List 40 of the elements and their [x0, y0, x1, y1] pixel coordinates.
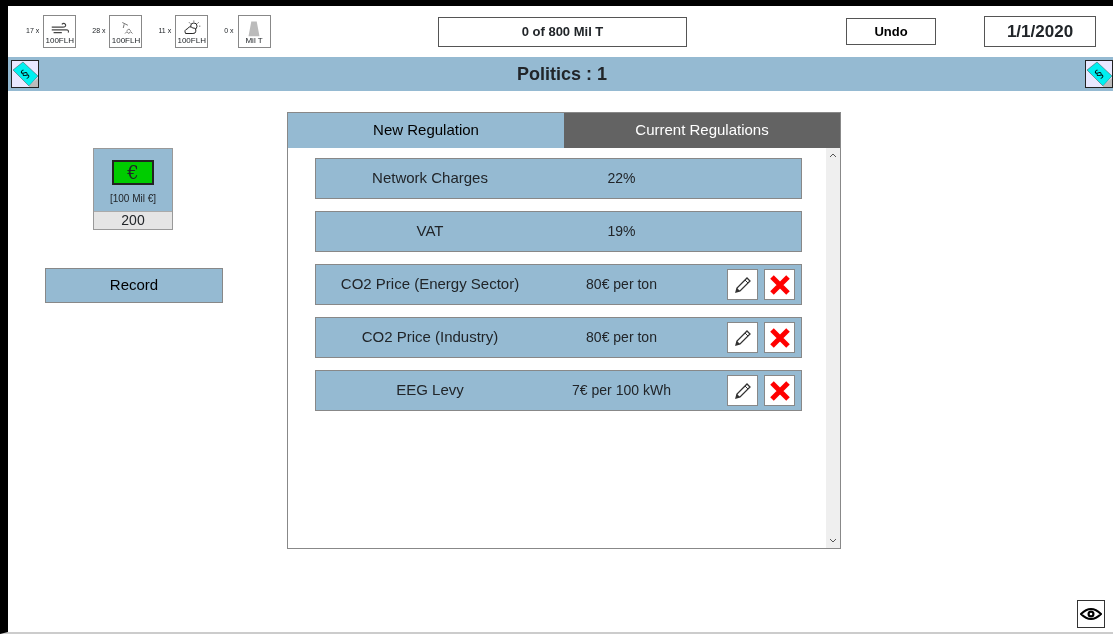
record-button[interactable]: Record [45, 268, 223, 303]
budget-unit: [100 Mil €] [108, 192, 158, 206]
cross-icon [768, 326, 791, 349]
edit-button[interactable] [727, 269, 758, 300]
cross-icon [768, 379, 791, 402]
budget-value: 200 [94, 211, 172, 229]
resource-label: 100FLH [45, 37, 74, 45]
eye-icon [1080, 607, 1102, 621]
regulation-value: 7€ per 100 kWh [571, 381, 672, 400]
regulation-value: 80€ per ton [585, 328, 658, 347]
delete-button[interactable] [764, 269, 795, 300]
resource-label: Mil T [245, 37, 263, 45]
scroll-up-icon[interactable] [829, 152, 837, 158]
eye-button[interactable] [1077, 600, 1105, 628]
delete-button[interactable] [764, 375, 795, 406]
regulation-name: CO2 Price (Industry) [360, 327, 500, 348]
regulation-name: EEG Levy [395, 380, 465, 401]
scrollbar[interactable] [826, 148, 840, 548]
tab[interactable]: Current Regulations [564, 113, 840, 148]
regulation-name: Network Charges [371, 168, 489, 189]
regulation-value: 19% [606, 222, 637, 241]
edit-button[interactable] [727, 322, 758, 353]
emissions-counter: 0 of 800 Mil T [438, 16, 687, 47]
resource-label: 100FLH [177, 37, 206, 45]
tab[interactable]: New Regulation [288, 113, 564, 148]
regulation-value: 22% [606, 169, 637, 188]
law-book-icon[interactable]: § [1085, 60, 1113, 88]
delete-button[interactable] [764, 322, 795, 353]
banknote-icon: € [112, 160, 154, 185]
law-book-icon[interactable]: § [11, 60, 39, 88]
resource-label: 100FLH [111, 37, 141, 45]
undo-button[interactable]: Undo [846, 18, 936, 45]
page-title: Politics : 1 [517, 62, 607, 86]
cross-icon [768, 273, 791, 296]
edit-button[interactable] [727, 375, 758, 406]
date-display: 1/1/2020 [984, 16, 1096, 47]
regulation-name: CO2 Price (Energy Sector) [339, 274, 521, 295]
scroll-down-icon[interactable] [829, 538, 837, 544]
regulation-name: VAT [415, 221, 445, 242]
regulation-value: 80€ per ton [585, 275, 658, 294]
